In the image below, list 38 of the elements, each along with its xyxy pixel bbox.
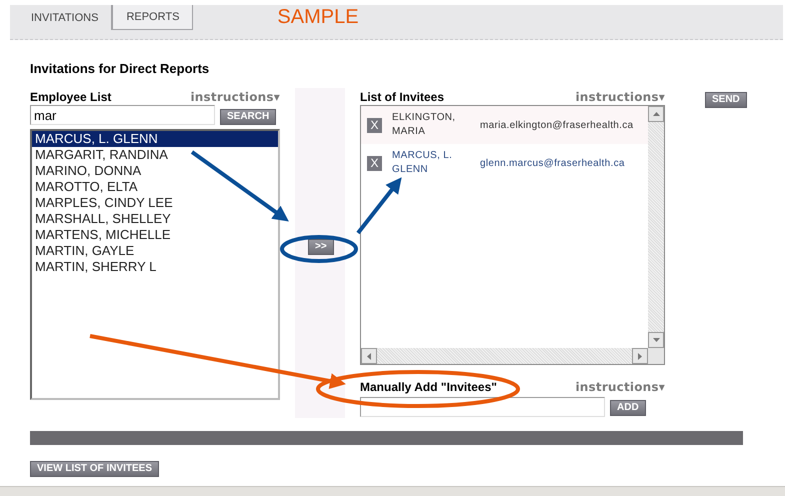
remove-button[interactable]: X bbox=[367, 118, 382, 132]
add-button[interactable]: ADD bbox=[610, 400, 646, 416]
employee-item[interactable]: MARTIN, SHERRY L bbox=[32, 259, 278, 275]
page-title: Invitations for Direct Reports bbox=[30, 61, 210, 77]
annotation-label: SAMPLE bbox=[277, 5, 359, 29]
employee-item[interactable]: MARGARIT, RANDINA bbox=[32, 147, 278, 163]
employee-item[interactable]: MARPLES, CINDY LEE bbox=[32, 195, 278, 211]
scroll-up-icon[interactable] bbox=[652, 112, 660, 116]
send-button[interactable]: SEND bbox=[705, 92, 747, 108]
panel-heading: List of Invitees bbox=[360, 90, 444, 104]
employee-item[interactable]: MARCUS, L. GLENN bbox=[32, 131, 278, 147]
annotation-arrow bbox=[356, 177, 402, 234]
instructions-link[interactable]: instructions▾ bbox=[575, 380, 665, 394]
invitee-email: glenn.marcus@fraserhealth.ca bbox=[480, 158, 625, 168]
panel-heading: Employee List bbox=[30, 90, 112, 104]
instructions-link[interactable]: instructions▾ bbox=[575, 90, 665, 104]
search-field[interactable]: mar bbox=[30, 105, 215, 125]
invitee-email: maria.elkington@fraserhealth.ca bbox=[480, 120, 634, 130]
invitee-name: MARCUS, L. GLENN bbox=[392, 149, 454, 177]
invitee-name: ELKINGTON, MARIA bbox=[392, 111, 456, 139]
horizontal-scrollbar[interactable] bbox=[361, 348, 648, 364]
view-list-button[interactable]: VIEW LIST OF INVITEES bbox=[30, 461, 160, 477]
employee-item[interactable]: MARTENS, MICHELLE bbox=[32, 227, 278, 243]
add-to-list-button[interactable]: >> bbox=[308, 239, 334, 255]
employee-item[interactable]: MARINO, DONNA bbox=[32, 163, 278, 179]
vertical-scrollbar[interactable] bbox=[648, 106, 664, 348]
instructions-link[interactable]: instructions▾ bbox=[190, 90, 280, 104]
remove-button[interactable]: X bbox=[367, 156, 382, 170]
scrollbar-corner bbox=[648, 348, 664, 364]
scroll-down-icon[interactable] bbox=[652, 338, 660, 342]
employee-item[interactable]: MARSHALL, SHELLEY bbox=[32, 211, 278, 227]
scroll-left-icon[interactable] bbox=[367, 352, 371, 360]
employee-item[interactable]: MAROTTO, ELTA bbox=[32, 179, 278, 195]
employee-item[interactable]: MARTIN, GAYLE bbox=[32, 243, 278, 259]
tab[interactable]: REPORTS bbox=[112, 5, 194, 30]
scroll-right-icon[interactable] bbox=[638, 352, 642, 360]
search-button[interactable]: SEARCH bbox=[220, 108, 276, 124]
panel-heading: Manually Add "Invitees" bbox=[360, 380, 497, 394]
